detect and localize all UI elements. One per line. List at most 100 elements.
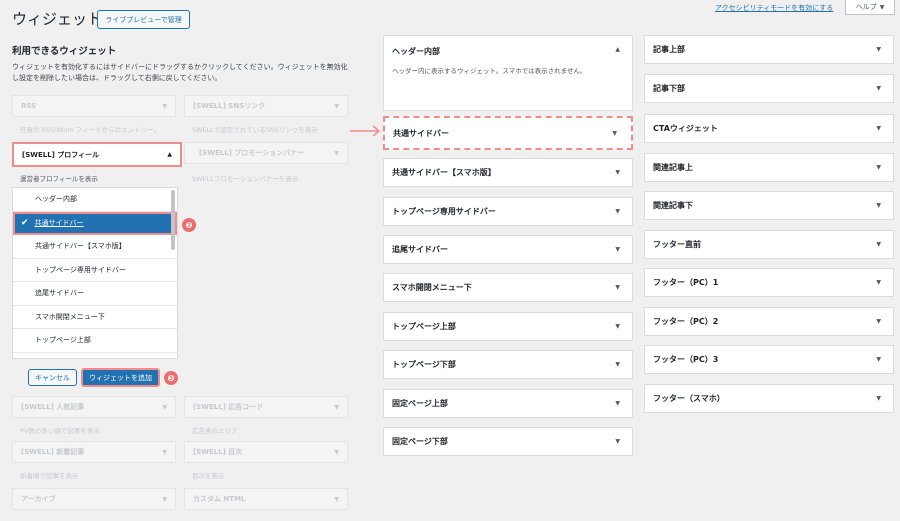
widget-area-title: スマホ開閉メニュー下: [392, 283, 472, 292]
widget-area[interactable]: フッター（PC）2 ▼: [644, 307, 894, 336]
widget-area-title: 関連記事下: [653, 201, 693, 210]
live-preview-button[interactable]: ライブプレビューで管理: [97, 10, 190, 29]
sidebar-option[interactable]: トップページ上部: [13, 329, 177, 353]
widget-area[interactable]: 関連記事上 ▼: [644, 153, 894, 182]
chevron-down-icon: ▼: [615, 169, 620, 176]
widget-area[interactable]: フッター（PC）1 ▼: [644, 268, 894, 297]
widget-area[interactable]: スマホ開閉メニュー下 ▼: [383, 273, 633, 302]
widget-title: [SWELL] 目次: [193, 448, 243, 456]
widget-popular-posts[interactable]: [SWELL] 人気記事 ▼: [12, 396, 176, 418]
widget-area-title: フッター（スマホ）: [653, 394, 725, 403]
chevron-down-icon: ▼: [615, 246, 620, 253]
chevron-down-icon: ▼: [876, 279, 881, 286]
widget-rss[interactable]: RSS ▼: [12, 95, 176, 117]
chevron-down-icon: ▼: [334, 149, 339, 157]
sidebar-option[interactable]: スマホ開閉メニュー下: [13, 306, 177, 329]
widget-title: [SWELL] 人気記事: [21, 403, 85, 411]
chevron-down-icon: ▼: [615, 438, 620, 445]
widget-title: [SWELL] プロモーションバナー: [199, 149, 305, 157]
widget-description: 広告表示エリア: [192, 427, 238, 435]
sidebar-option-label: 共通サイドバー【スマホ版】: [35, 242, 126, 251]
widget-title: カスタム HTML: [193, 495, 246, 503]
widget-title: アーカイブ: [21, 495, 56, 503]
widget-area-title: トップページ専用サイドバー: [392, 207, 496, 216]
widget-area-title: 固定ページ上部: [392, 399, 448, 408]
sidebar-option-selected[interactable]: ✔ 共通サイドバー: [13, 211, 177, 235]
available-widgets-description: ウィジェットを有効化するにはサイドバーにドラッグするかクリックしてください。ウィ…: [12, 63, 348, 82]
widget-area-title: フッター直前: [653, 240, 701, 249]
add-widget-button[interactable]: ウィジェットを追加: [81, 368, 160, 387]
widget-promotion-banner[interactable]: [SWELL] プロモーションバナー ▼: [184, 142, 348, 164]
widget-sns-link[interactable]: [SWELL] SNSリンク ▼: [184, 95, 348, 117]
chevron-down-icon: ▼: [615, 208, 620, 215]
chevron-down-icon: ▼: [334, 495, 339, 503]
widget-new-posts[interactable]: [SWELL] 新着記事 ▼: [12, 441, 176, 463]
chevron-down-icon: ▼: [162, 403, 167, 411]
widget-area[interactable]: 記事上部 ▼: [644, 35, 894, 64]
chevron-up-icon: ▲: [167, 151, 172, 158]
widget-area-title: フッター（PC）2: [653, 317, 719, 326]
widget-profile[interactable]: [SWELL] プロフィール ▲: [12, 142, 182, 167]
chevron-down-icon: ▼: [615, 284, 620, 291]
chevron-down-icon: ▼: [876, 356, 881, 363]
sidebar-option[interactable]: トップページ専用サイドバー: [13, 259, 177, 282]
step-badge-3: ❸: [164, 371, 178, 385]
scrollbar[interactable]: [171, 190, 175, 250]
widget-description: 運営者プロフィールを表示: [20, 175, 98, 183]
widget-title: RSS: [21, 102, 37, 110]
widget-area[interactable]: トップページ専用サイドバー ▼: [383, 197, 633, 226]
checkmark-icon: ✔: [21, 218, 29, 229]
widget-area[interactable]: トップページ上部 ▼: [383, 312, 633, 341]
widget-area[interactable]: 関連記事下 ▼: [644, 191, 894, 220]
cancel-button[interactable]: キャンセル: [28, 369, 77, 386]
sidebar-option-label: トップページ上部: [35, 336, 91, 345]
widget-area[interactable]: 記事下部 ▼: [644, 74, 894, 103]
widget-description: SWELLで設定されているSNSリンクを表示: [192, 126, 318, 134]
widget-area-title: 固定ページ下部: [392, 437, 448, 446]
arrow-right-icon: [350, 125, 381, 137]
widget-description: 目次を表示: [192, 472, 225, 480]
widget-area[interactable]: CTAウィジェット ▼: [644, 114, 894, 143]
widget-title: [SWELL] プロフィール: [22, 150, 100, 159]
chevron-down-icon: ▼: [876, 125, 881, 132]
widget-archive[interactable]: アーカイブ ▼: [12, 488, 176, 510]
chevron-down-icon: ▼: [876, 241, 881, 248]
widget-area[interactable]: 共通サイドバー【スマホ版】 ▼: [383, 158, 633, 187]
widget-description: 任意の RSS/Atom フィードからのエントリー。: [20, 126, 161, 134]
chevron-down-icon: ▼: [612, 129, 617, 137]
widget-area[interactable]: 固定ページ下部 ▼: [383, 427, 633, 456]
widget-area-title: トップページ上部: [392, 322, 456, 331]
widget-area-header[interactable]: ヘッダー内部 ▲ ヘッダー内に表示するウィジェット。スマホでは表示されません。: [383, 35, 633, 111]
widget-area-title: フッター（PC）3: [653, 355, 719, 364]
widget-ad-code[interactable]: [SWELL] 広告コード ▼: [184, 396, 348, 418]
sidebar-option[interactable]: 追尾サイドバー: [13, 282, 177, 306]
widget-area[interactable]: フッター（スマホ） ▼: [644, 384, 894, 413]
widget-title: [SWELL] 新着記事: [21, 448, 85, 456]
help-tab[interactable]: ヘルプ ▼: [845, 0, 895, 15]
widget-area-title: ヘッダー内部: [392, 47, 440, 56]
sidebar-option[interactable]: 共通サイドバー【スマホ版】: [13, 235, 177, 259]
sidebar-option[interactable]: ヘッダー内部: [13, 188, 177, 212]
widget-area-title: CTAウィジェット: [653, 124, 718, 133]
accessibility-mode-link[interactable]: アクセシビリティモードを有効にする: [715, 3, 833, 13]
widget-toc[interactable]: [SWELL] 目次 ▼: [184, 441, 348, 463]
chevron-down-icon: ▼: [876, 202, 881, 209]
widget-area[interactable]: 固定ページ上部 ▼: [383, 389, 633, 418]
widget-area-title: フッター（PC）1: [653, 278, 719, 287]
widget-description: SWELLプロモーションバナーを表示: [192, 175, 299, 183]
widget-area[interactable]: トップページ下部 ▼: [383, 350, 633, 379]
widget-custom-html[interactable]: カスタム HTML ▼: [184, 488, 348, 510]
sidebar-option-label: トップページ専用サイドバー: [35, 265, 126, 274]
sidebar-option-label: 追尾サイドバー: [35, 289, 84, 298]
widget-area[interactable]: フッター（PC）3 ▼: [644, 345, 894, 374]
chevron-up-icon: ▲: [615, 46, 620, 53]
widget-area-description: ヘッダー内に表示するウィジェット。スマホでは表示されません。: [392, 67, 587, 75]
widget-area[interactable]: フッター直前 ▼: [644, 230, 894, 259]
widget-area-title: トップページ下部: [392, 360, 456, 369]
widget-area[interactable]: 追尾サイドバー ▼: [383, 235, 633, 264]
chevron-down-icon: ▼: [876, 395, 881, 402]
widget-area-common-sidebar[interactable]: 共通サイドバー ▼: [383, 116, 633, 150]
chevron-down-icon: ▼: [876, 46, 881, 53]
widget-description: 新着順で記事を表示: [20, 472, 79, 480]
sidebar-chooser[interactable]: ヘッダー内部 ✔ 共通サイドバー 共通サイドバー【スマホ版】 トップページ専用サイ…: [12, 187, 178, 359]
